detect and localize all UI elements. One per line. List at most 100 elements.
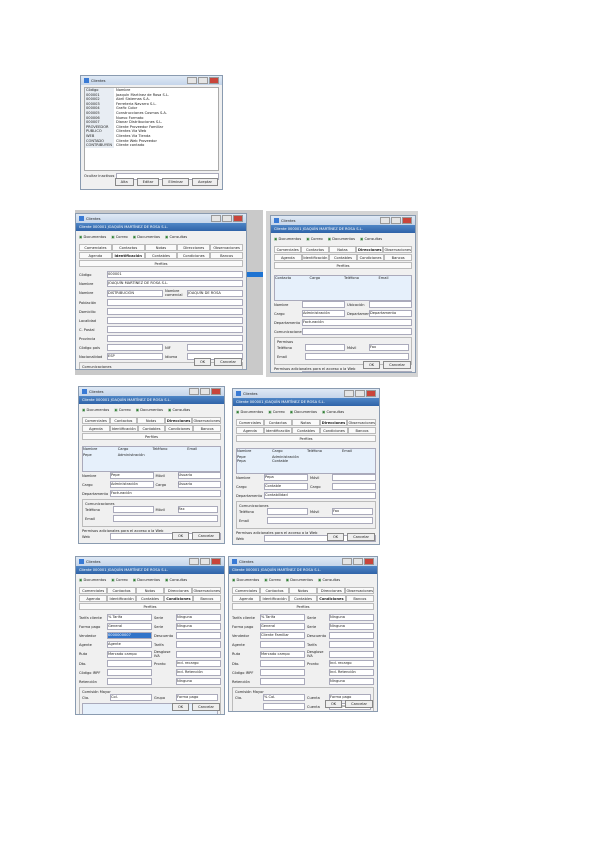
maximize-button[interactable] (200, 558, 210, 565)
tab-observaciones[interactable]: Observaciones (210, 244, 243, 251)
field-input[interactable]: Fax (177, 506, 218, 513)
field-input[interactable]: Administración (302, 310, 345, 317)
tab-identificación[interactable]: Identificación (264, 427, 292, 434)
tab-contactos[interactable]: Contactos (260, 587, 289, 594)
tab-contactos[interactable]: Contactos (263, 419, 292, 426)
field-input[interactable] (260, 660, 305, 667)
toolbar-button[interactable]: Documentos (236, 410, 264, 414)
field-input[interactable] (260, 641, 305, 648)
toolbar-button[interactable]: Consultas (322, 410, 345, 414)
field-input[interactable] (267, 517, 373, 524)
field-input[interactable] (332, 483, 376, 490)
tab-condiciones[interactable]: Condiciones (356, 254, 385, 261)
field-input[interactable]: % Tarifa (107, 614, 152, 621)
field-input[interactable]: ESP (107, 353, 163, 360)
field-input[interactable] (302, 301, 345, 308)
close-button[interactable] (211, 388, 221, 395)
toolbar-button[interactable]: Consultas (168, 408, 191, 412)
contacts-grid[interactable]: Contacto Cargo Teléfono Email (274, 275, 412, 301)
tab-identificación[interactable]: Identificación (111, 252, 145, 259)
field-input[interactable]: Facturación (302, 319, 412, 326)
toolbar-button[interactable]: Documentos (82, 408, 110, 412)
tab-identificación[interactable]: Identificación (260, 595, 289, 602)
toolbar-button[interactable]: Correo (111, 578, 128, 582)
tab-perfiles[interactable]: Perfiles (82, 433, 221, 440)
tab-direcciones[interactable]: Direcciones (356, 246, 384, 253)
tab-comerciales[interactable]: Comerciales (79, 587, 108, 594)
field-input[interactable]: Ninguna (176, 623, 221, 630)
button-cancelar[interactable]: Cancelar (192, 532, 220, 540)
field-input[interactable]: Contabilidad (264, 492, 376, 499)
field-input[interactable]: Fax (332, 508, 373, 515)
tab-direcciones[interactable]: Direcciones (319, 419, 348, 426)
field-input[interactable] (305, 344, 345, 351)
toolbar-button[interactable]: Documentos (79, 578, 107, 582)
field-input[interactable]: General (107, 623, 152, 630)
field-input[interactable]: Pepe (110, 472, 154, 479)
toolbar-button[interactable]: Documentos (232, 578, 260, 582)
grid-row[interactable]: Pepa Contable (237, 459, 375, 463)
contacts-grid[interactable]: Nombre Cargo Teléfono Email Pepe Administraci… (236, 448, 376, 474)
minimize-button[interactable] (187, 77, 197, 84)
tab-notas[interactable]: Notas (328, 246, 357, 253)
field-input[interactable]: Ninguna (329, 623, 374, 630)
tab-direcciones[interactable]: Direcciones (164, 587, 193, 594)
field-input[interactable]: Ninguno (329, 678, 374, 685)
toolbar-button[interactable]: Documentos (136, 408, 163, 412)
field-input[interactable] (305, 353, 409, 360)
button-cancelar[interactable]: Cancelar (345, 700, 373, 708)
tab-observaciones[interactable]: Observaciones (192, 587, 221, 594)
toolbar-button[interactable]: Consultas (165, 235, 188, 239)
field-input[interactable] (107, 326, 243, 333)
field-input[interactable] (187, 344, 243, 351)
tab-bancos[interactable]: Bancos (345, 595, 375, 602)
button-ok[interactable]: OK (326, 533, 345, 541)
tab-notas[interactable]: Notas (137, 417, 165, 424)
tab-condiciones[interactable]: Condiciones (177, 252, 211, 259)
tab-identificación[interactable]: Identificación (109, 425, 138, 432)
field-input[interactable] (107, 669, 152, 676)
field-input[interactable] (107, 660, 152, 667)
field-input[interactable] (263, 703, 305, 710)
close-button[interactable] (209, 77, 219, 84)
tab-bancos[interactable]: Bancos (192, 595, 222, 602)
tab-agenda[interactable]: Agenda (236, 427, 264, 434)
field-input[interactable]: Pepa (264, 474, 308, 481)
tab-perfiles[interactable]: Perfiles (79, 603, 221, 610)
field-input[interactable] (329, 641, 374, 648)
field-input[interactable]: Fax (369, 344, 409, 351)
tab-agenda[interactable]: Agenda (79, 252, 112, 259)
field-input[interactable]: Usuario (177, 481, 221, 488)
tab-perfiles[interactable]: Perfiles (79, 260, 243, 267)
field-input[interactable]: Agente (107, 641, 152, 648)
tab-identificación[interactable]: Identificación (107, 595, 136, 602)
field-input[interactable]: Contable (264, 483, 308, 490)
field-input[interactable]: Forma pago (176, 694, 218, 701)
field-input[interactable] (187, 369, 240, 370)
button-ok[interactable]: OK (362, 361, 381, 369)
field-input[interactable]: Ninguna (329, 614, 374, 621)
maximize-button[interactable] (353, 558, 363, 565)
tab-contactos[interactable]: Contactos (107, 587, 136, 594)
button-ok[interactable]: OK (171, 532, 190, 540)
minimize-button[interactable] (189, 388, 199, 395)
field-input[interactable] (107, 678, 152, 685)
toolbar-button[interactable]: Documentos (133, 578, 160, 582)
field-input[interactable]: Facturación (110, 490, 221, 497)
field-input[interactable]: General (260, 623, 305, 630)
toolbar-button[interactable]: Documentos (133, 235, 160, 239)
tab-direcciones[interactable]: Direcciones (177, 244, 211, 251)
toolbar-button[interactable]: Correo (264, 578, 281, 582)
minimize-button[interactable] (344, 390, 354, 397)
minimize-button[interactable] (380, 217, 390, 224)
tab-agenda[interactable]: Agenda (82, 425, 110, 432)
tab-agenda[interactable]: Agenda (232, 595, 261, 602)
tab-contables[interactable]: Contables (288, 595, 318, 602)
tab-observaciones[interactable]: Observaciones (347, 419, 376, 426)
field-input[interactable]: Cliente Familiar (260, 632, 305, 639)
field-input[interactable]: Mercado campo (260, 650, 305, 658)
button-eliminar[interactable]: Eliminar (162, 178, 190, 186)
tab-perfiles[interactable]: Perfiles (274, 262, 412, 269)
toolbar-button[interactable]: Documentos (274, 237, 302, 241)
toolbar-button[interactable]: Correo (268, 410, 285, 414)
